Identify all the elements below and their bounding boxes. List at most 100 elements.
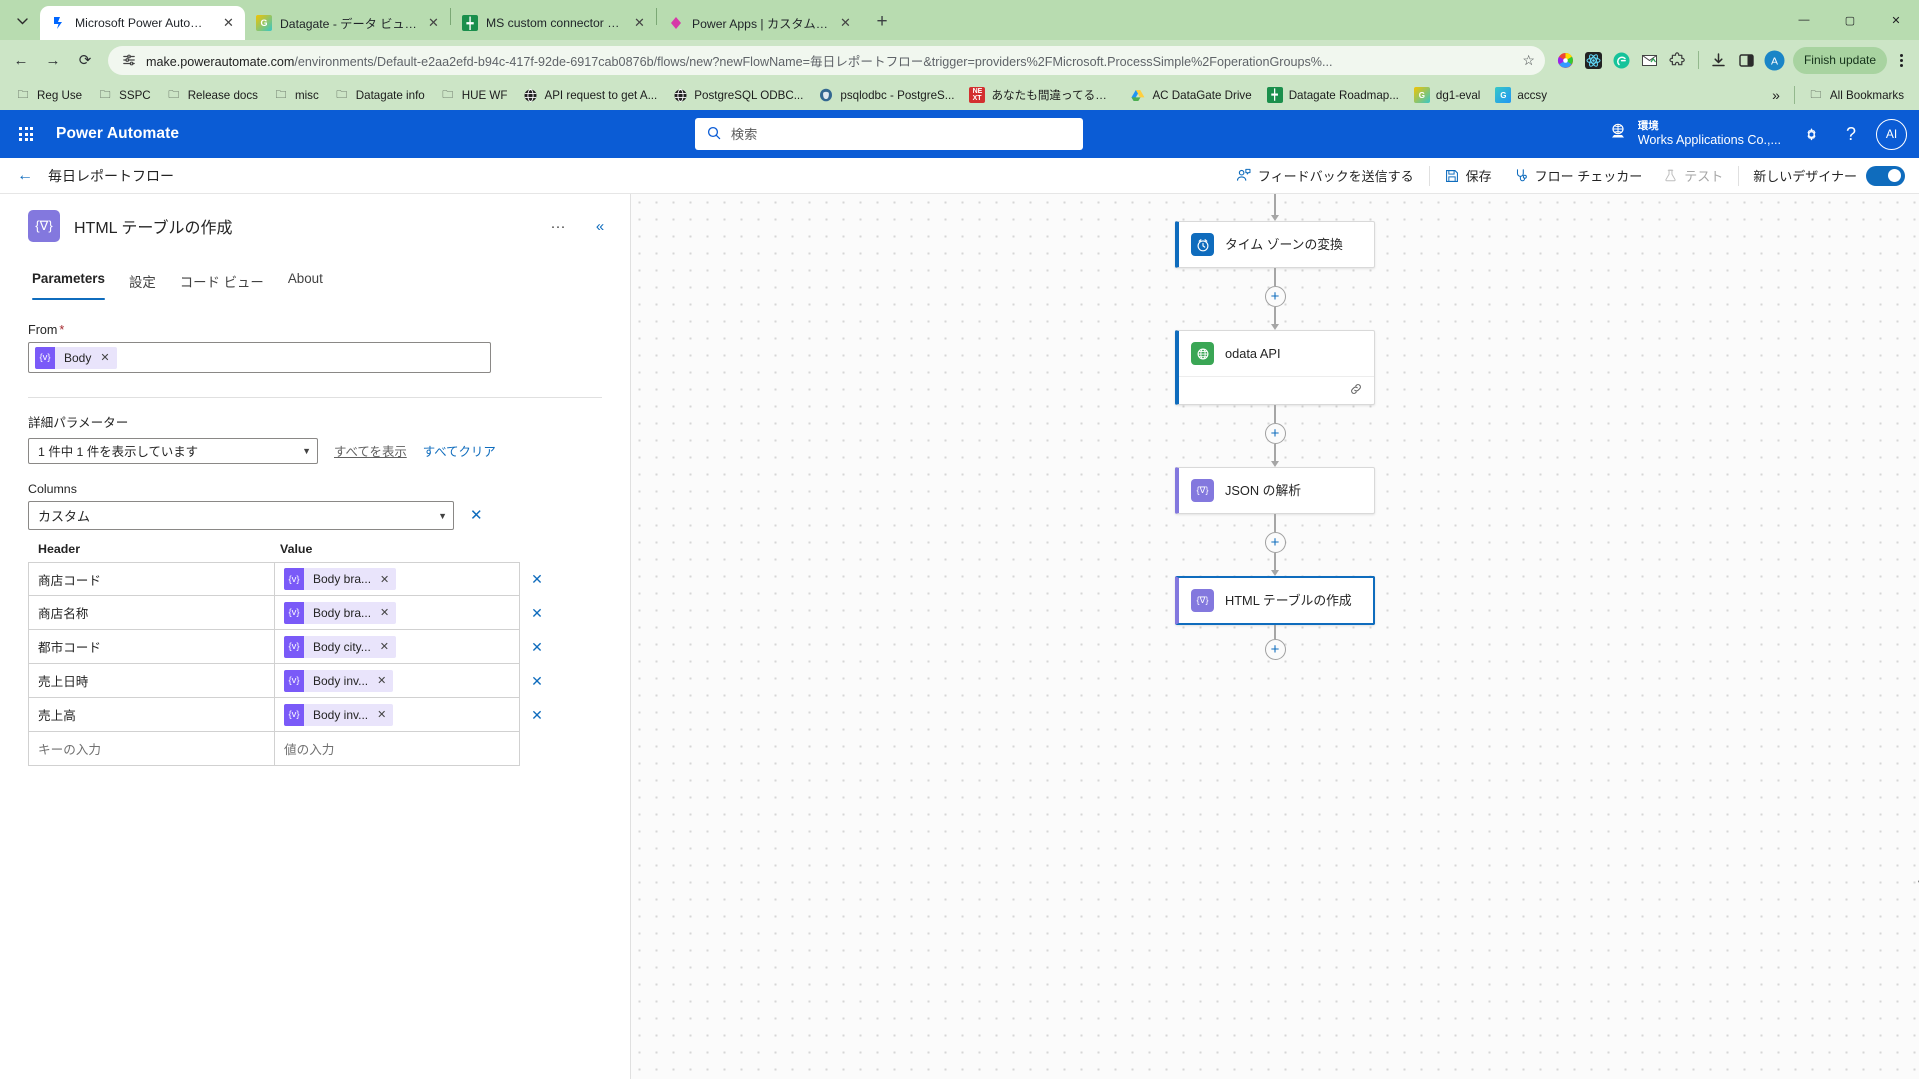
close-icon[interactable]: ✕ — [837, 15, 854, 32]
tab-parameters[interactable]: Parameters — [20, 264, 117, 300]
delete-row-icon[interactable]: ✕ — [520, 664, 554, 698]
close-icon[interactable]: ✕ — [631, 15, 648, 32]
downloads-icon[interactable] — [1706, 47, 1732, 73]
test-button[interactable]: テスト — [1653, 162, 1734, 190]
from-token[interactable]: {v} Body ✕ — [35, 346, 117, 369]
bookmark-item[interactable]: ┿ Datagate Roadmap... — [1260, 83, 1406, 107]
app-launcher-icon[interactable] — [6, 114, 46, 154]
gear-icon[interactable] — [1792, 115, 1830, 153]
kv-key-cell[interactable]: 商店名称 — [28, 596, 274, 630]
new-key-input[interactable]: キーの入力 — [28, 732, 274, 766]
flow-canvas[interactable]: タイム ゾーンの変換 + odata API + {∇} JSON の解析 + … — [631, 194, 1919, 1079]
bookmark-item[interactable]: 🗀 misc — [266, 83, 326, 107]
bookmark-item[interactable]: 🗀 Reg Use — [8, 83, 89, 107]
bookmarks-overflow-button[interactable]: » — [1764, 84, 1788, 106]
new-designer-toggle[interactable] — [1866, 165, 1905, 186]
maximize-button[interactable]: ▢ — [1827, 0, 1873, 40]
forward-icon[interactable]: → — [38, 45, 68, 75]
close-window-button[interactable]: ✕ — [1873, 0, 1919, 40]
react-devtools-extension-icon[interactable] — [1581, 47, 1607, 73]
tab-about[interactable]: About — [276, 264, 335, 300]
app-brand-title[interactable]: Power Automate — [56, 125, 179, 143]
close-icon[interactable]: ✕ — [220, 15, 237, 32]
user-avatar[interactable]: AI — [1876, 118, 1907, 150]
browser-tab-0[interactable]: Microsoft Power Automate ✕ — [40, 6, 245, 40]
site-settings-icon[interactable] — [120, 51, 138, 69]
bookmark-star-icon[interactable]: ☆ — [1522, 52, 1535, 69]
all-bookmarks-button[interactable]: 🗀 All Bookmarks — [1801, 83, 1911, 107]
bookmark-item[interactable]: psqlodbc - PostgreS... — [811, 83, 961, 107]
back-icon[interactable]: ← — [6, 45, 36, 75]
bookmark-item[interactable]: 🗀 SSPC — [90, 83, 158, 107]
add-action-button-end[interactable]: + — [1264, 639, 1286, 660]
bookmark-item[interactable]: API request to get A... — [515, 83, 664, 107]
bookmark-item[interactable]: 🗀 Datagate info — [327, 83, 432, 107]
value-token[interactable]: {v} Body inv... ✕ — [284, 669, 394, 692]
bookmark-item[interactable]: 🗀 HUE WF — [433, 83, 515, 107]
columns-select[interactable]: カスタム ▼ — [28, 501, 454, 530]
color-wheel-extension-icon[interactable] — [1553, 47, 1579, 73]
kv-key-cell[interactable]: 売上高 — [28, 698, 274, 732]
remove-token-icon[interactable]: ✕ — [380, 573, 389, 586]
tab-settings[interactable]: 設定 — [117, 264, 168, 300]
search-input[interactable] — [730, 126, 1071, 142]
close-icon[interactable]: ✕ — [425, 15, 442, 32]
finish-update-button[interactable]: Finish update — [1792, 46, 1887, 74]
flow-node-timezone-conversion[interactable]: タイム ゾーンの変換 — [1175, 221, 1375, 268]
delete-row-icon[interactable]: ✕ — [520, 596, 554, 630]
kv-value-cell[interactable]: {v} Body inv... ✕ — [274, 698, 520, 732]
advanced-parameters-select[interactable]: 1 件中 1 件を表示しています ▼ — [28, 438, 318, 464]
show-all-link[interactable]: すべてを表示 — [334, 442, 407, 460]
remove-token-icon[interactable]: ✕ — [100, 351, 109, 364]
from-input[interactable]: {v} Body ✕ — [28, 342, 491, 373]
extensions-puzzle-icon[interactable] — [1665, 47, 1691, 73]
flow-node-create-html-table[interactable]: {∇} HTML テーブルの作成 — [1175, 576, 1375, 625]
add-action-button[interactable]: + — [1264, 532, 1286, 553]
link-icon[interactable] — [1349, 382, 1363, 399]
collapse-chevrons-icon[interactable]: « — [586, 212, 614, 240]
tab-code-view[interactable]: コード ビュー — [168, 264, 276, 300]
bookmark-item[interactable]: 🗀 Release docs — [159, 83, 265, 107]
browser-tab-1[interactable]: G Datagate - データ ビューアー ✕ — [245, 6, 450, 40]
delete-row-icon[interactable]: ✕ — [520, 698, 554, 732]
reload-icon[interactable]: ⟳ — [70, 45, 100, 75]
bookmark-item[interactable]: Gdg1-eval — [1407, 83, 1487, 107]
value-token[interactable]: {v} Body city... ✕ — [284, 635, 397, 658]
environment-selector[interactable]: 環境 Works Applications Co.,... — [1599, 117, 1790, 152]
value-token[interactable]: {v} Body inv... ✕ — [284, 703, 394, 726]
kv-key-cell[interactable]: 売上日時 — [28, 664, 274, 698]
remove-token-icon[interactable]: ✕ — [377, 708, 386, 721]
bookmark-item[interactable]: PostgreSQL ODBC... — [665, 83, 810, 107]
add-action-button[interactable]: + — [1264, 423, 1286, 444]
grammarly-extension-icon[interactable] — [1609, 47, 1635, 73]
bookmark-item[interactable]: Gaccsy — [1488, 83, 1554, 107]
clear-all-link[interactable]: すべてクリア — [423, 442, 496, 460]
split-screen-icon[interactable] — [1734, 47, 1760, 73]
browser-tab-3[interactable]: Power Apps | カスタム コネクタ ✕ — [657, 6, 862, 40]
bookmark-item[interactable]: AC DataGate Drive — [1123, 83, 1258, 107]
remove-columns-button[interactable]: ✕ — [468, 506, 485, 525]
new-tab-button[interactable]: + — [868, 8, 896, 36]
kv-value-cell[interactable]: {v} Body bra... ✕ — [274, 562, 520, 596]
kv-key-cell[interactable]: 商店コード — [28, 562, 274, 596]
add-action-button[interactable]: + — [1264, 286, 1286, 307]
minimize-button[interactable]: — — [1781, 0, 1827, 40]
remove-token-icon[interactable]: ✕ — [380, 606, 389, 619]
delete-row-icon[interactable]: ✕ — [520, 630, 554, 664]
mail-extension-icon[interactable] — [1637, 47, 1663, 73]
bookmark-item[interactable]: NE XT あなたも間違ってるかも... — [962, 83, 1122, 107]
flow-node-odata-api[interactable]: odata API — [1175, 330, 1375, 405]
send-feedback-button[interactable]: フィードバックを送信する — [1225, 162, 1425, 190]
back-to-flows-button[interactable]: ← — [10, 161, 40, 191]
delete-row-icon[interactable]: ✕ — [520, 562, 554, 596]
value-token[interactable]: {v} Body bra... ✕ — [284, 568, 397, 590]
help-icon[interactable]: ? — [1832, 115, 1870, 153]
browser-menu-icon[interactable] — [1889, 46, 1913, 74]
browser-tab-2[interactable]: ┿ MS custom connector demo m ✕ — [451, 6, 656, 40]
flow-node-parse-json[interactable]: {∇} JSON の解析 — [1175, 467, 1375, 514]
kv-key-cell[interactable]: 都市コード — [28, 630, 274, 664]
global-search-box[interactable] — [694, 118, 1083, 150]
new-value-input[interactable]: 値の入力 — [274, 732, 520, 766]
save-button[interactable]: 保存 — [1434, 162, 1503, 190]
profile-avatar-icon[interactable]: A — [1762, 47, 1788, 73]
